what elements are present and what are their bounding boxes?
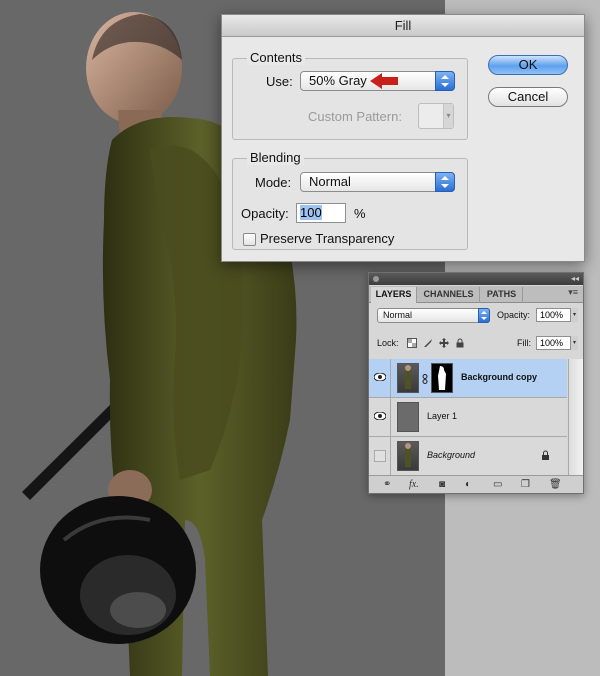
visibility-toggle[interactable]: [369, 398, 391, 436]
mask-silhouette-icon: [438, 366, 446, 390]
custom-pattern-swatch[interactable]: ▾: [418, 103, 454, 129]
figure-thumb-icon: [405, 365, 411, 389]
mode-dropdown[interactable]: Normal: [300, 172, 455, 192]
layer-fill-input[interactable]: 100% ▾: [536, 336, 578, 350]
layer-background[interactable]: Background: [369, 437, 567, 476]
fill-arrow-icon[interactable]: ▾: [570, 336, 578, 350]
tab-paths[interactable]: PATHS: [481, 287, 523, 303]
layer-mask-thumbnail[interactable]: [431, 363, 453, 393]
preserve-transparency-checkbox[interactable]: [243, 233, 256, 246]
chain-link-icon[interactable]: [422, 374, 428, 384]
visibility-toggle[interactable]: [369, 359, 391, 397]
opacity-label: Opacity:: [241, 206, 289, 221]
layer-opacity-input[interactable]: 100% ▾: [536, 308, 578, 322]
swatch-arrow-icon: ▾: [443, 104, 453, 128]
opacity-input[interactable]: 100: [296, 203, 346, 223]
opacity-arrow-icon[interactable]: ▾: [570, 308, 578, 322]
fill-label: Fill:: [517, 338, 531, 348]
dialog-title: Fill: [222, 15, 584, 37]
panel-tabs: LAYERS CHANNELS PATHS ▾≡: [369, 286, 583, 303]
group-icon[interactable]: ▭: [493, 479, 502, 490]
panel-menu-icon[interactable]: ▾≡: [568, 287, 578, 298]
photoshop-canvas: Fill Contents Use: 50% Gray Custom Patte…: [0, 0, 600, 676]
fill-dialog: Fill Contents Use: 50% Gray Custom Patte…: [221, 14, 585, 262]
lock-label: Lock:: [377, 338, 399, 348]
layer-name: Background: [427, 450, 476, 460]
ok-button[interactable]: OK: [488, 55, 568, 75]
layer-name: Background copy: [461, 372, 538, 382]
contents-group-title: Contents: [247, 50, 306, 65]
cancel-button[interactable]: Cancel: [488, 87, 568, 107]
use-label: Use:: [266, 74, 293, 89]
blend-mode-value: Normal: [383, 310, 413, 320]
layers-footer: ⚭ fx. ◙ ◐ ▭ ❐ 🗑: [369, 475, 583, 493]
opacity-input-value: 100: [300, 205, 322, 220]
tab-layers[interactable]: LAYERS: [371, 287, 417, 303]
panel-titlebar: ◂◂: [369, 273, 583, 285]
layer-thumbnail: [397, 363, 419, 393]
lock-all-icon[interactable]: [455, 338, 465, 348]
layer-thumbnail: [397, 441, 419, 471]
mode-label: Mode:: [255, 175, 292, 190]
custom-pattern-label: Custom Pattern:: [308, 109, 402, 124]
tab-channels[interactable]: CHANNELS: [418, 287, 480, 303]
dropdown-arrows-icon: [435, 71, 455, 91]
trash-icon[interactable]: 🗑: [549, 479, 562, 490]
layers-panel: ◂◂ LAYERS CHANNELS PATHS ▾≡ Normal Opaci…: [368, 272, 584, 494]
dropdown-arrows-icon: [478, 308, 490, 323]
lock-transparent-icon[interactable]: [407, 338, 417, 348]
layer-background-copy[interactable]: Background copy: [369, 359, 567, 398]
mask-icon[interactable]: ◙: [439, 479, 445, 490]
layer-name: Layer 1: [427, 411, 458, 421]
hidden-box-icon: [374, 450, 386, 462]
fx-icon[interactable]: fx.: [409, 479, 419, 490]
lock-move-icon[interactable]: [439, 338, 449, 348]
link-icon[interactable]: ⚭: [383, 479, 391, 490]
layer-opacity-value: 100%: [540, 310, 564, 320]
blending-group-title: Blending: [247, 150, 304, 165]
collapse-icon[interactable]: ◂◂: [571, 274, 579, 283]
figure-thumb-icon: [405, 443, 411, 467]
layer-thumbnail: [397, 402, 419, 432]
use-dropdown-value: 50% Gray: [309, 73, 367, 88]
blend-mode-dropdown[interactable]: Normal: [377, 308, 490, 323]
layer-opacity-label: Opacity:: [497, 310, 531, 320]
dropdown-arrows-icon: [435, 172, 455, 192]
layers-list: Background copy Layer 1 Background: [369, 359, 567, 477]
eye-icon: [374, 412, 386, 420]
close-icon[interactable]: [373, 276, 379, 282]
preserve-transparency-label[interactable]: Preserve Transparency: [260, 231, 394, 246]
lock-icon: [542, 450, 549, 460]
layer-layer-1[interactable]: Layer 1: [369, 398, 567, 437]
visibility-toggle[interactable]: [369, 437, 391, 475]
adjustment-icon[interactable]: ◐: [465, 479, 471, 490]
mode-dropdown-value: Normal: [309, 174, 351, 189]
opacity-unit: %: [354, 206, 366, 221]
new-layer-icon[interactable]: ❐: [521, 479, 530, 490]
lock-brush-icon[interactable]: [423, 338, 433, 348]
layer-fill-value: 100%: [540, 338, 564, 348]
eye-icon: [374, 373, 386, 381]
red-arrow-icon: [370, 73, 398, 89]
layers-scrollbar[interactable]: [568, 359, 583, 477]
